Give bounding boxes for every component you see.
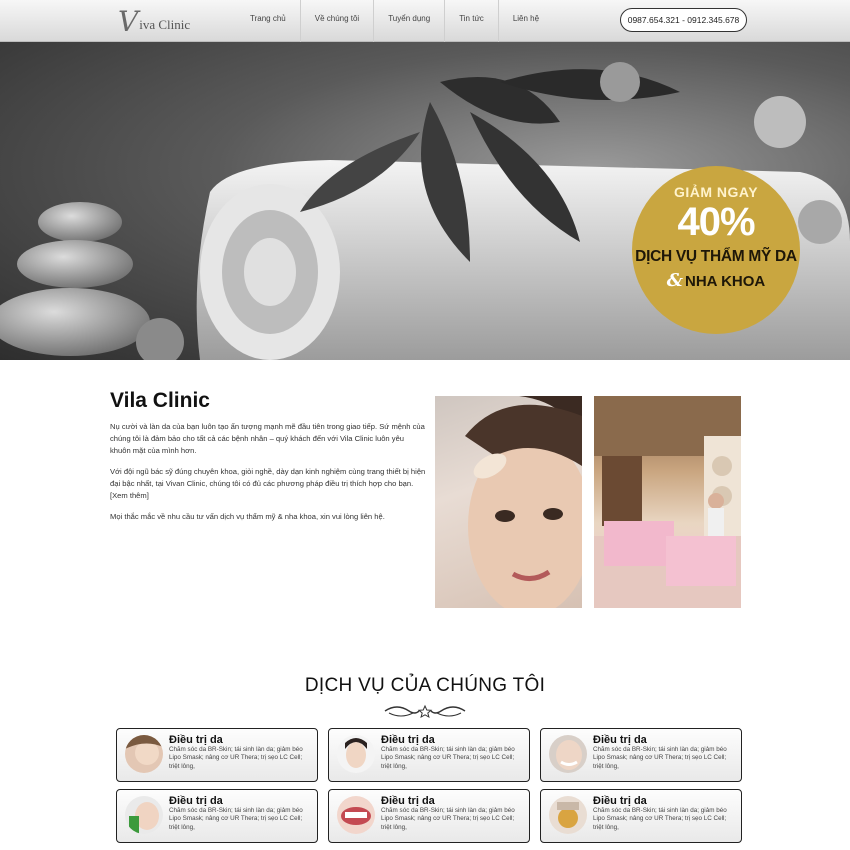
service-thumbnail	[549, 735, 587, 773]
service-thumbnail	[337, 796, 375, 834]
service-thumbnail	[337, 735, 375, 773]
promo-line-4-text: NHA KHOA	[684, 273, 766, 290]
service-card[interactable]: Điều trị da Chăm sóc da BR-Skin; tái sin…	[540, 789, 742, 843]
service-name: Điều trị da	[593, 734, 647, 746]
service-name: Điều trị da	[593, 795, 647, 807]
promo-line-1: GIẢM NGAY	[673, 184, 759, 200]
service-card[interactable]: Điều trị da Chăm sóc da BR-Skin; tái sin…	[540, 728, 742, 782]
logo-text: iva Clinic	[139, 17, 191, 32]
service-description: Chăm sóc da BR-Skin; tái sinh làn da; gi…	[169, 746, 303, 770]
promo-discount: 40%	[677, 200, 755, 244]
service-name: Điều trị da	[169, 795, 223, 807]
nav-item-contact[interactable]: Liên hệ	[497, 0, 553, 42]
star-flourish-icon	[384, 704, 466, 719]
service-description: Chăm sóc da BR-Skin; tái sinh làn da; gi…	[593, 807, 727, 831]
face-treatment-photo	[435, 396, 582, 608]
nav-item-home[interactable]: Trang chủ	[236, 0, 300, 42]
promo-badge[interactable]: GIẢM NGAY 40% DỊCH VỤ THẨM MỸ DA & NHA KH…	[632, 166, 800, 334]
about-paragraph: Nụ cười và làn da của bạn luôn tạo ấn tư…	[110, 422, 425, 455]
service-thumbnail	[125, 735, 163, 773]
service-card[interactable]: Điều trị da Chăm sóc da BR-Skin; tái sin…	[328, 789, 530, 843]
promo-line-3: DỊCH VỤ THẨM MỸ DA	[635, 248, 797, 265]
nav-item-careers[interactable]: Tuyển dụng	[373, 0, 444, 42]
service-card[interactable]: Điều trị da Chăm sóc da BR-Skin; tái sin…	[116, 789, 318, 843]
service-card[interactable]: Điều trị da Chăm sóc da BR-Skin; tái sin…	[328, 728, 530, 782]
about-text: Nụ cười và làn da của bạn luôn tạo ấn tư…	[110, 421, 426, 532]
clinic-room-photo	[594, 396, 741, 608]
service-thumbnail	[125, 796, 163, 834]
nav-item-news[interactable]: Tin tức	[444, 0, 498, 42]
service-description: Chăm sóc da BR-Skin; tái sinh làn da; gi…	[381, 807, 515, 831]
about-paragraph: Với đội ngũ bác sỹ đúng chuyên khoa, giỏ…	[110, 467, 426, 500]
main-nav: Trang chủ Về chúng tôi Tuyển dụng Tin tứ…	[236, 0, 553, 42]
services-title: DỊCH VỤ CỦA CHÚNG TÔI	[304, 675, 546, 696]
phone-button[interactable]: 0987.654.321 - 0912.345.678	[620, 8, 747, 32]
site-header: V iva Clinic Trang chủ Về chúng tôi Tuyể…	[0, 0, 850, 42]
promo-line-4: & NHA KHOA	[632, 270, 800, 291]
about-paragraph: Mọi thắc mắc về nhu cầu tư vấn dịch vụ t…	[110, 512, 385, 521]
nav-item-about[interactable]: Về chúng tôi	[299, 0, 373, 42]
logo[interactable]: V iva Clinic	[118, 6, 190, 36]
service-card[interactable]: Điều trị da Chăm sóc da BR-Skin; tái sin…	[116, 728, 318, 782]
service-description: Chăm sóc da BR-Skin; tái sinh làn da; gi…	[593, 746, 727, 770]
service-name: Điều trị da	[381, 734, 435, 746]
service-thumbnail	[549, 796, 587, 834]
promo-ampersand: &	[666, 270, 683, 291]
hero-banner: GIẢM NGAY 40% DỊCH VỤ THẨM MỸ DA & NHA KH…	[0, 42, 850, 360]
service-name: Điều trị da	[169, 734, 223, 746]
about-title: Vila Clinic	[110, 389, 210, 412]
service-description: Chăm sóc da BR-Skin; tái sinh làn da; gi…	[381, 746, 515, 770]
logo-initial: V	[118, 5, 139, 38]
service-description: Chăm sóc da BR-Skin; tái sinh làn da; gi…	[169, 807, 303, 831]
service-name: Điều trị da	[381, 795, 435, 807]
